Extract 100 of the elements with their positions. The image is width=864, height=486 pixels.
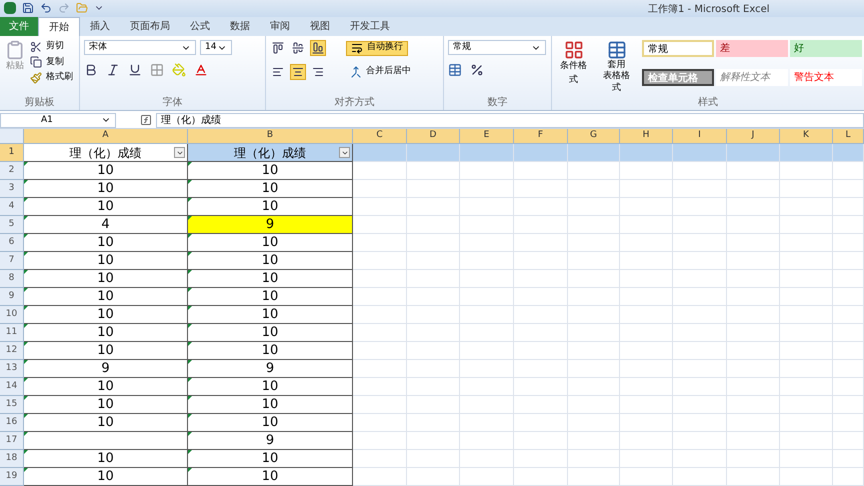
row-header[interactable]: 1 [0,144,24,162]
formula-field[interactable]: 理（化）成绩 [156,112,864,128]
error-indicator-icon [188,360,192,364]
number-format-field[interactable]: 常规 [448,40,546,56]
error-indicator-icon [24,162,28,166]
filter-dropdown-icon[interactable] [174,147,185,158]
table-cell: 10 [188,396,353,414]
empty-cell [833,432,864,450]
cell-style-option[interactable]: 警告文本 [790,68,862,86]
row-header[interactable]: 17 [0,432,24,450]
empty-cell [673,414,727,432]
table-cell: 9 [24,360,188,378]
ribbon-tab[interactable]: 数据 [220,17,260,36]
cell-style-option[interactable]: 差 [716,40,788,58]
empty-cell [780,216,833,234]
save-icon [22,2,34,14]
table-format-button[interactable]: 套用 表格格式 [599,40,634,94]
error-indicator-icon [188,414,192,418]
row-header[interactable]: 7 [0,252,24,270]
copy-button[interactable]: 复制 [30,56,73,70]
empty-cell [727,342,780,360]
error-indicator-icon [188,252,192,256]
file-tab[interactable]: 文件 [0,17,38,36]
row-header[interactable]: 16 [0,414,24,432]
filter-dropdown-icon[interactable] [339,147,350,158]
error-indicator-icon [188,450,192,454]
empty-cell [727,450,780,468]
format-painter-button[interactable]: 格式刷 [30,71,73,85]
row-header[interactable]: 13 [0,360,24,378]
empty-cell [568,252,620,270]
align-lines-icon [312,42,324,54]
empty-cell [460,360,514,378]
empty-cell [514,378,568,396]
conditional-format-button[interactable]: 条件格式 [556,40,592,94]
empty-cell [514,432,568,450]
align-lines-icon [272,66,284,78]
cell-style-option[interactable]: 解释性文本 [716,68,788,86]
empty-cell [780,270,833,288]
row-header[interactable]: 18 [0,450,24,468]
row-header[interactable]: 19 [0,468,24,486]
row-header[interactable]: 15 [0,396,24,414]
error-indicator-icon [24,180,28,184]
error-indicator-icon [24,324,28,328]
empty-cell [620,288,673,306]
empty-cell [407,324,460,342]
wrap-text-button[interactable]: 自动换行 [346,40,408,56]
empty-cell [673,252,727,270]
empty-cell [514,270,568,288]
merge-center-button[interactable]: 合并后居中 [346,65,415,79]
empty-cell [780,180,833,198]
empty-cell [514,468,568,486]
vertical-align-button[interactable] [290,40,306,56]
empty-cell [407,162,460,180]
row-header[interactable]: 12 [0,342,24,360]
ribbon-tab[interactable]: 开发工具 [340,17,400,36]
group-label: 数字 [486,96,508,110]
ribbon-tab[interactable]: 视图 [300,17,340,36]
empty-cell [407,216,460,234]
empty-cell [407,252,460,270]
empty-cell [407,342,460,360]
ribbon-tab[interactable]: 公式 [180,17,220,36]
empty-cell [568,342,620,360]
ribbon-tab[interactable]: 页面布局 [120,17,180,36]
row-header[interactable]: 5 [0,216,24,234]
font-size-field[interactable]: 14 [200,40,232,56]
empty-cell [780,288,833,306]
row-header[interactable]: 2 [0,162,24,180]
empty-cell [620,324,673,342]
empty-cell [514,216,568,234]
row-header[interactable]: 11 [0,324,24,342]
cell-style-option[interactable]: 好 [790,40,862,58]
row-header[interactable]: 6 [0,234,24,252]
cut-button[interactable]: 剪切 [30,40,73,54]
empty-cell [620,270,673,288]
error-indicator-icon [24,342,28,346]
empty-cell [727,360,780,378]
vertical-align-button[interactable] [270,40,286,56]
empty-cell [833,270,864,288]
ribbon-tab[interactable]: 开始 [38,17,80,36]
font-name-field[interactable]: 宋体 [84,40,196,56]
name-box[interactable]: A1 [0,112,116,128]
cell-style-option[interactable]: 常规 [642,40,714,58]
empty-cell [833,378,864,396]
row-header[interactable]: 3 [0,180,24,198]
empty-cell [568,180,620,198]
error-indicator-icon [188,324,192,328]
ribbon-tab[interactable]: 插入 [80,17,120,36]
vertical-align-button[interactable] [310,40,326,56]
horizontal-align-button[interactable] [290,64,306,80]
row-header[interactable]: 9 [0,288,24,306]
row-header[interactable]: 8 [0,270,24,288]
error-indicator-icon [188,468,192,472]
italic-icon [106,63,120,78]
row-header[interactable]: 10 [0,306,24,324]
row-header[interactable]: 14 [0,378,24,396]
row-header[interactable]: 4 [0,198,24,216]
table-cell: 10 [24,234,188,252]
ribbon-tab[interactable]: 审阅 [260,17,300,36]
empty-cell [460,306,514,324]
error-indicator-icon [188,342,192,346]
